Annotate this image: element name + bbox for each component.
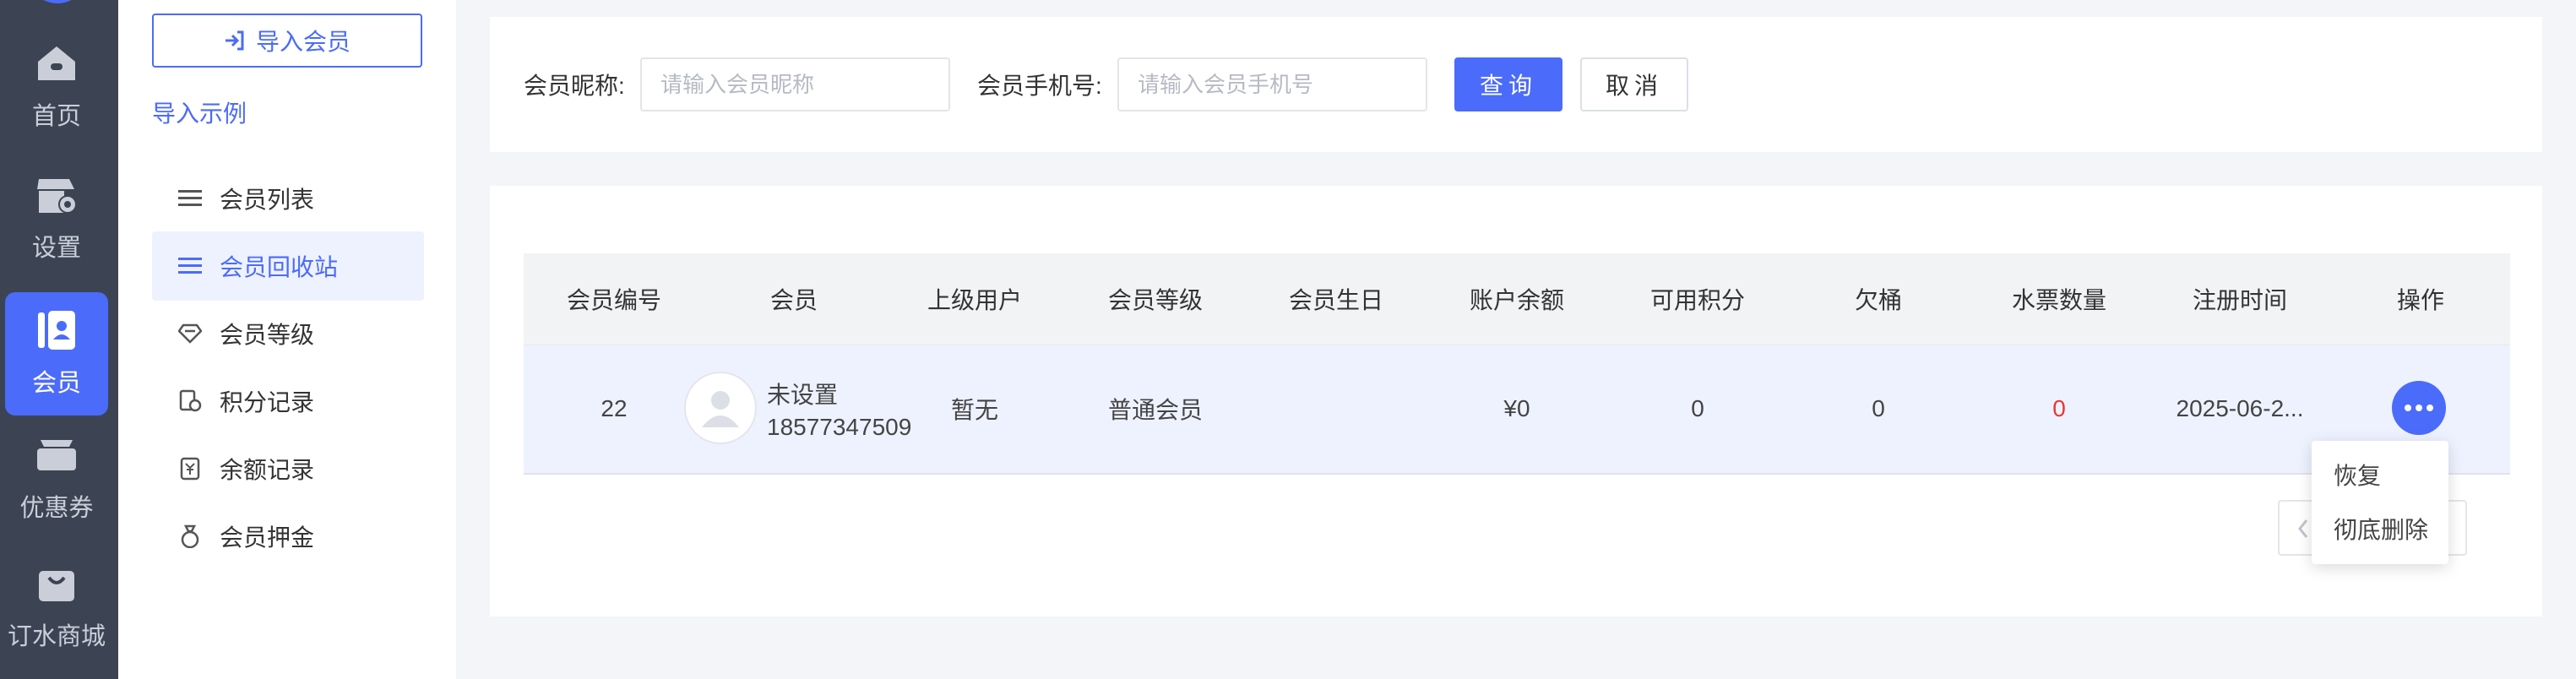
- member-icon: [35, 309, 78, 351]
- settings-icon: [35, 174, 78, 216]
- sidebar-item-member-list[interactable]: 会员列表: [152, 164, 424, 233]
- cell-superior: 暂无: [950, 397, 999, 423]
- sidebar-item-label: 积分记录: [220, 389, 315, 416]
- cell-water-tickets: 0: [2052, 395, 2066, 421]
- import-member-label: 导入会员: [255, 29, 351, 55]
- coupon-icon: [35, 434, 78, 476]
- sidebar-item-label: 会员列表: [220, 187, 315, 213]
- nav-label: 订水商城: [7, 623, 106, 650]
- nav-label: 会员: [31, 370, 81, 397]
- column-header: 会员生日: [1288, 287, 1384, 313]
- cell-member-name: 未设置: [767, 382, 839, 408]
- logo: [32, 0, 83, 3]
- column-header: 会员编号: [566, 287, 662, 313]
- nickname-input[interactable]: [640, 57, 950, 111]
- nav-label: 设置: [31, 235, 81, 262]
- chevron-left-icon[interactable]: [2296, 519, 2310, 539]
- more-dot: [2416, 405, 2422, 411]
- import-example-link[interactable]: 导入示例: [152, 95, 247, 129]
- main-nav: 首页 设置 会员 优惠券 订水商城: [0, 0, 118, 679]
- import-icon: [225, 30, 244, 51]
- cell-member-id: 22: [601, 395, 628, 421]
- column-header: 操作: [2396, 287, 2445, 313]
- list-icon: [177, 186, 203, 211]
- cell-level: 普通会员: [1107, 397, 1204, 423]
- cell-points: 0: [1691, 395, 1704, 421]
- cell-balance: ¥0: [1503, 395, 1530, 421]
- cancel-button[interactable]: 取消: [1580, 57, 1688, 111]
- home-icon: [35, 42, 78, 84]
- sidebar-item-member-level[interactable]: 会员等级: [152, 299, 424, 368]
- deposit-icon: [177, 524, 203, 549]
- column-header: 上级用户: [927, 287, 1023, 313]
- sidebar-item-label: 会员回收站: [220, 254, 339, 280]
- nav-item-coupon[interactable]: 优惠券: [5, 417, 108, 540]
- sidebar-item-member-deposit[interactable]: 会员押金: [152, 502, 424, 571]
- nickname-label: 会员昵称:: [524, 73, 625, 99]
- nav-label: 优惠券: [19, 495, 94, 522]
- more-dot: [2427, 405, 2433, 411]
- sidebar-item-points-record[interactable]: 积分记录: [152, 367, 424, 436]
- more-actions-button[interactable]: [2392, 381, 2446, 435]
- phone-input[interactable]: [1117, 57, 1427, 111]
- restore-menu-item[interactable]: 恢复: [2334, 458, 2381, 492]
- sidebar-item-label: 会员等级: [220, 322, 315, 348]
- nav-item-shop[interactable]: 订水商城: [5, 546, 108, 669]
- column-header: 账户余额: [1469, 287, 1565, 313]
- sidebar-item-recycle-bin[interactable]: 会员回收站: [152, 231, 424, 301]
- more-dot: [2405, 405, 2411, 411]
- cell-member-phone: 18577347509: [767, 414, 912, 440]
- column-header: 注册时间: [2192, 287, 2288, 313]
- column-header: 可用积分: [1649, 287, 1746, 313]
- list-icon: [177, 253, 203, 279]
- secondary-sidebar: 导入会员 导入示例 会员列表 会员回收站 会员等级 积分记录 余额记录 会员押金: [118, 0, 456, 679]
- sidebar-item-balance-record[interactable]: 余额记录: [152, 434, 424, 503]
- column-header: 会员: [769, 287, 818, 313]
- column-header: 欠桶: [1854, 287, 1903, 313]
- sidebar-item-label: 余额记录: [220, 457, 315, 483]
- cell-register-time: 2025-06-2...: [2176, 395, 2304, 421]
- import-member-button[interactable]: 导入会员: [152, 14, 422, 68]
- cell-owed-buckets: 0: [1872, 395, 1885, 421]
- nav-item-home[interactable]: 首页: [5, 25, 108, 149]
- action-dropdown: 恢复 彻底删除: [2312, 441, 2448, 564]
- query-button[interactable]: 查询: [1454, 57, 1562, 111]
- column-header: 会员等级: [1107, 287, 1204, 313]
- nav-label: 首页: [31, 103, 81, 130]
- shop-bag-icon: [35, 562, 78, 605]
- user-avatar-icon: [702, 391, 739, 427]
- nav-item-settings[interactable]: 设置: [5, 157, 108, 280]
- points-icon: [177, 388, 203, 414]
- column-header: 水票数量: [2011, 287, 2107, 313]
- delete-permanently-menu-item[interactable]: 彻底删除: [2334, 512, 2428, 546]
- phone-label: 会员手机号:: [977, 73, 1102, 99]
- nav-item-member[interactable]: 会员: [5, 292, 108, 416]
- sidebar-item-label: 会员押金: [220, 524, 315, 551]
- diamond-icon: [177, 321, 203, 346]
- balance-icon: [177, 456, 203, 481]
- avatar: [684, 372, 757, 444]
